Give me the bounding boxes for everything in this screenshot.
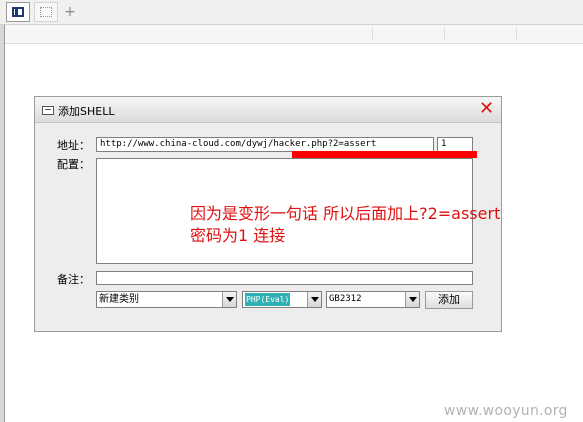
- new-tab-button[interactable]: +: [62, 2, 78, 22]
- window-icon: [12, 7, 24, 17]
- left-border: [0, 25, 5, 422]
- annotation-text: 因为是变形一句话 所以后面加上?2=assert: [190, 204, 501, 223]
- dialog-window-icon: [42, 106, 54, 115]
- list-header-bar: [0, 25, 583, 44]
- tab-blank[interactable]: [34, 2, 58, 22]
- script-type-value: PHP(Eval): [245, 293, 291, 306]
- script-type-select[interactable]: PHP(Eval): [242, 291, 322, 308]
- dialog-title: 添加SHELL: [58, 105, 115, 118]
- dialog-title-bar[interactable]: 添加SHELL ✕: [35, 97, 501, 123]
- encoding-select[interactable]: GB2312: [326, 291, 420, 308]
- watermark: www.wooyun.org: [444, 403, 568, 419]
- annotation-text: 密码为1 连接: [190, 226, 286, 245]
- address-input[interactable]: http://www.china-cloud.com/dywj/hacker.p…: [96, 137, 434, 152]
- category-value: 新建类别: [99, 294, 139, 305]
- category-select[interactable]: 新建类别: [96, 291, 237, 308]
- config-label: 配置：: [57, 158, 90, 171]
- column-separator: [516, 28, 517, 40]
- chevron-down-icon[interactable]: [405, 292, 419, 307]
- tab-bar: +: [0, 0, 583, 25]
- address-label: 地址：: [57, 139, 90, 152]
- column-separator: [372, 28, 373, 40]
- encoding-value: GB2312: [329, 294, 362, 304]
- column-separator: [444, 28, 445, 40]
- password-input[interactable]: 1: [437, 137, 473, 152]
- tab-shell-list[interactable]: [6, 2, 30, 22]
- annotation-underline: [292, 151, 477, 158]
- add-button[interactable]: 添加: [425, 291, 473, 309]
- blank-page-icon: [40, 7, 52, 17]
- note-label: 备注：: [57, 273, 90, 286]
- chevron-down-icon[interactable]: [222, 292, 236, 307]
- close-button[interactable]: ✕: [479, 99, 494, 119]
- note-input[interactable]: [96, 271, 473, 285]
- chevron-down-icon[interactable]: [307, 292, 321, 307]
